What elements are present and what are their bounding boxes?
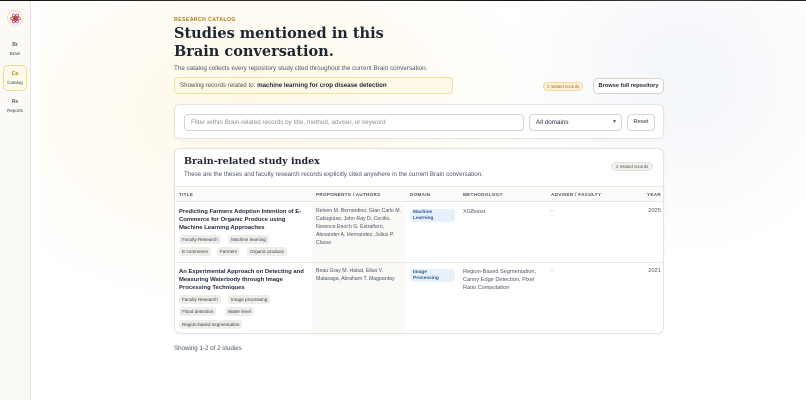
keyword-tag[interactable]: Faculty Research <box>179 295 221 304</box>
column-header-methodology[interactable]: METHODOLOGY <box>463 192 503 197</box>
search-input[interactable] <box>184 114 524 131</box>
sidebar-item-abbr: Re <box>11 99 19 105</box>
column-header-domain[interactable]: DOMAIN <box>410 192 430 197</box>
study-title[interactable]: Predicting Farmers Adoption Intention of… <box>179 208 307 232</box>
study-authors: Reiven M. Bernardino, Gian Carlo M. Cabu… <box>316 208 402 246</box>
browse-repository-button[interactable]: Browse full repository <box>593 78 664 94</box>
page-subtitle: The catalog collects every repository st… <box>174 65 428 72</box>
context-topic: machine learning for crop disease detect… <box>257 82 387 89</box>
page-title: Studies mentioned in this Brain conversa… <box>174 25 384 60</box>
study-year: 2025 <box>648 208 661 214</box>
study-authors: Beau Gray M. Habal, Elisa V. Malasaga, A… <box>316 268 395 282</box>
index-description: These are the theses and faculty researc… <box>184 171 483 178</box>
keyword-tag[interactable]: Organic produce <box>247 247 287 256</box>
table-header: TITLE PROPONENTS / AUTHORS DOMAIN METHOD… <box>175 186 663 202</box>
table-row[interactable]: An Experimental Approach on Detecting an… <box>175 262 663 333</box>
study-methodology: XGBoost <box>463 209 486 215</box>
sidebar-item-label: Brain <box>9 51 21 56</box>
column-header-adviser[interactable]: ADVISER / FACULTY <box>551 192 601 197</box>
records-count-badge: 2 related records <box>611 162 654 171</box>
sidebar-item-abbr: Ca <box>11 71 19 77</box>
keyword-tag[interactable]: Water level <box>225 307 254 316</box>
column-header-year[interactable]: YEAR <box>647 192 661 197</box>
keyword-tag[interactable]: Farmers <box>217 247 241 256</box>
column-header-authors[interactable]: PROPONENTS / AUTHORS <box>316 192 381 197</box>
sidebar-item-reports[interactable]: Re Reports <box>3 94 27 120</box>
domain-badge: Image Processing <box>410 269 455 283</box>
index-title: Brain-related study index <box>184 156 320 167</box>
study-year: 2021 <box>648 268 661 274</box>
keyword-tag[interactable]: E-commerce <box>179 247 212 256</box>
context-prefix: Showing records related to: <box>180 82 256 89</box>
column-header-title[interactable]: TITLE <box>179 192 193 197</box>
context-banner: Showing records related to: machine lear… <box>174 77 453 94</box>
table-row[interactable]: Predicting Farmers Adoption Intention of… <box>175 203 663 262</box>
keyword-tag[interactable]: Region-based segmentation <box>179 320 243 329</box>
window-top-border <box>0 0 806 1</box>
filter-bar: All domains ▼ Reset <box>174 104 664 139</box>
keyword-tag[interactable]: Flood detection <box>179 307 217 316</box>
keyword-tag[interactable]: Image processing <box>228 295 271 304</box>
sidebar-item-catalog[interactable]: Ca Catalog <box>3 65 27 91</box>
related-records-badge: 2 related records <box>543 82 584 91</box>
sidebar-item-abbr: Br <box>12 42 18 48</box>
sidebar-item-brain[interactable]: Br Brain <box>3 37 27 63</box>
domain-select-value: All domains <box>536 119 569 126</box>
study-adviser: - <box>551 268 553 274</box>
app-logo-icon[interactable] <box>7 10 23 26</box>
study-title[interactable]: An Experimental Approach on Detecting an… <box>179 268 307 292</box>
chevron-down-icon: ▼ <box>612 119 617 125</box>
study-index-card: Brain-related study index These are the … <box>174 148 664 334</box>
domain-select[interactable]: All domains ▼ <box>529 114 622 131</box>
domain-badge: Machine Learning <box>410 209 455 223</box>
pagination-summary: Showing 1-2 of 2 studies <box>174 345 242 352</box>
sidebar-item-label: Catalog <box>7 80 23 85</box>
sidebar: Br Brain Ca Catalog Re Reports <box>0 1 31 400</box>
section-eyebrow: RESEARCH CATALOG <box>174 17 236 23</box>
study-adviser: - <box>551 208 553 214</box>
study-methodology: Region-Based Segmentation, Canny Edge De… <box>463 269 537 291</box>
keyword-tag[interactable]: Faculty Research <box>179 235 221 244</box>
reset-button[interactable]: Reset <box>627 114 655 131</box>
keyword-tag[interactable]: Machine learning <box>228 235 269 244</box>
sidebar-item-label: Reports <box>7 108 23 113</box>
